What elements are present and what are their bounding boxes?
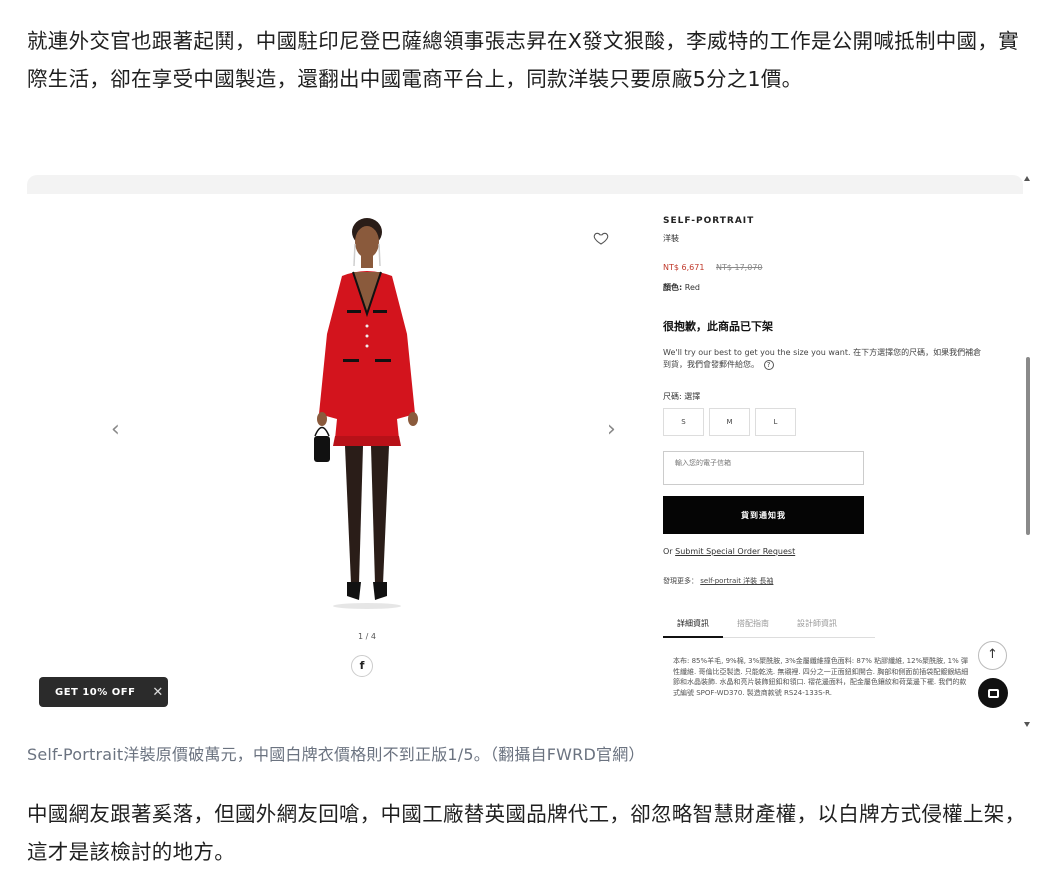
chevron-right-icon[interactable]: › — [607, 417, 616, 442]
color-row: 顏色: Red — [663, 282, 700, 293]
notify-button[interactable]: 貨到通知我 — [663, 496, 864, 534]
info-tabs: 詳細資訊 搭配指南 設計師資訊 — [663, 614, 875, 638]
color-value: Red — [684, 283, 700, 292]
original-price: NT$ 17,070 — [716, 263, 763, 272]
discover-more-row: 發現更多： self-portrait 洋裝 長袖 — [663, 576, 773, 586]
page-scrollbar[interactable] — [1023, 175, 1031, 730]
special-order-prefix: Or — [663, 547, 673, 556]
promo-label: GET 10% OFF — [55, 686, 136, 698]
get-discount-button[interactable]: GET 10% OFF ✕ — [39, 677, 168, 707]
help-icon[interactable]: ? — [763, 360, 774, 370]
article-paragraph-1: 就連外交官也跟著起鬨，中國駐印尼登巴薩總領事張志昇在X發文狠酸，李威特的工作是公… — [27, 29, 1019, 91]
product-model-image — [314, 218, 418, 609]
special-order-link[interactable]: Submit Special Order Request — [675, 547, 795, 556]
image-caption: Self-Portrait洋裝原價破萬元，中國白牌衣價格則不到正版1/5。（翻攝… — [27, 745, 645, 764]
product-description: 本布: 85%羊毛, 9%棉, 3%聚酰胺, 3%金屬纖維撞色面料: 87% 粘… — [673, 657, 969, 697]
soldout-title: 很抱歉，此商品已下架 — [663, 320, 773, 333]
wishlist-heart-icon[interactable] — [593, 230, 609, 246]
size-options: S M L — [663, 408, 796, 436]
restock-notice-text: We'll try our best to get you the size y… — [663, 348, 982, 369]
image-counter: 1 / 4 — [358, 632, 376, 641]
discover-prefix: 發現更多： — [663, 577, 698, 585]
scroll-up-arrow-icon[interactable] — [1024, 176, 1030, 181]
special-order-row: Or Submit Special Order Request — [663, 547, 795, 556]
scroll-down-arrow-icon[interactable] — [1024, 722, 1030, 727]
product-info-panel: SELF-PORTRAIT 洋裝 NT$ 6,671 NT$ 17,070 顏色… — [663, 194, 993, 724]
size-label: 尺碼: 選擇 — [663, 392, 701, 401]
product-page-screenshot: ‹ › 1 / 4 f GET 10% OFF ✕ SELF-PORTRAIT … — [27, 175, 1031, 730]
scroll-to-top-icon[interactable]: ↑ — [978, 641, 1007, 670]
discover-links[interactable]: self-portrait 洋裝 長袖 — [700, 577, 773, 585]
scroll-thumb[interactable] — [1026, 357, 1030, 535]
browser-top-bar — [27, 175, 1023, 194]
tab-details[interactable]: 詳細資訊 — [663, 614, 723, 638]
brand-name[interactable]: SELF-PORTRAIT — [663, 216, 754, 226]
chat-icon[interactable] — [978, 678, 1008, 708]
restock-notice: We'll try our best to get you the size y… — [663, 347, 983, 371]
size-button-m[interactable]: M — [709, 408, 750, 436]
tab-styling[interactable]: 搭配指南 — [723, 614, 783, 638]
product-type: 洋裝 — [663, 234, 679, 243]
facebook-icon[interactable]: f — [351, 655, 373, 677]
size-button-s[interactable]: S — [663, 408, 704, 436]
product-gallery: ‹ › 1 / 4 f — [27, 194, 637, 724]
email-field[interactable]: 輸入您的電子信箱 — [663, 451, 864, 485]
sale-price: NT$ 6,671 — [663, 263, 705, 272]
article-paragraph-2: 中國網友跟著奚落，但國外網友回嗆，中國工廠替英國品牌代工，卻忽略智慧財產權，以白… — [27, 802, 1026, 864]
close-icon[interactable]: ✕ — [152, 685, 163, 700]
size-button-l[interactable]: L — [755, 408, 796, 436]
tab-designer[interactable]: 設計師資訊 — [783, 614, 851, 638]
color-label: 顏色: — [663, 283, 683, 292]
chevron-left-icon[interactable]: ‹ — [111, 417, 120, 442]
